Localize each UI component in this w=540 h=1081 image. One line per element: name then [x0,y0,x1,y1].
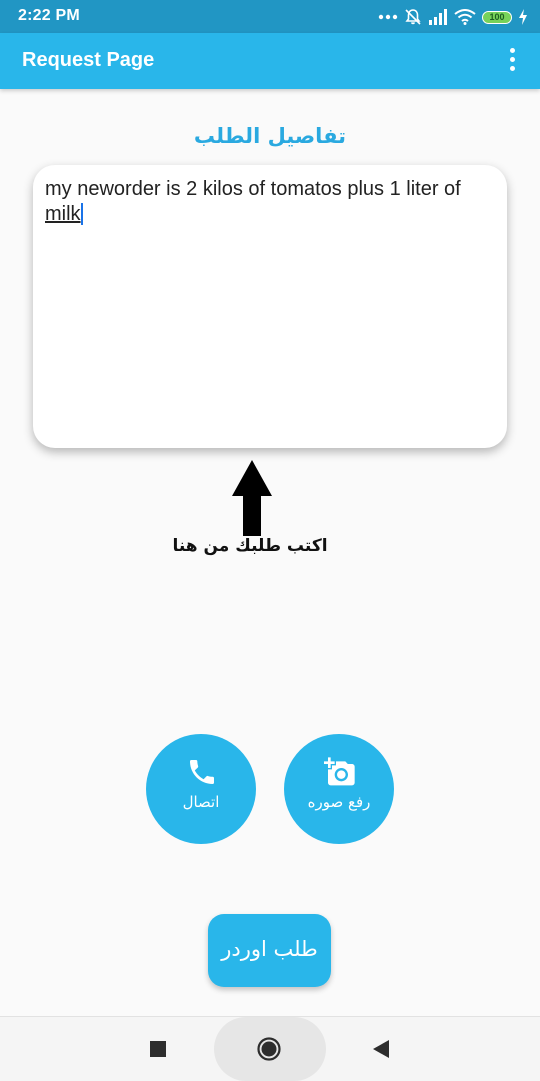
charging-bolt-icon [519,9,527,25]
place-order-button[interactable]: طلب اوردر [208,914,331,987]
recent-apps-icon[interactable] [150,1041,166,1057]
order-text-prefix: my neworder is 2 kilos of tomatos plus 1… [45,178,461,200]
navigation-bar [0,1016,540,1081]
more-dots-icon [378,14,398,20]
order-text[interactable]: my neworder is 2 kilos of tomatos plus 1… [45,177,495,227]
app-title: Request Page [22,49,155,71]
phone-icon [190,760,214,784]
upload-photo-button-label: رفع صوره [307,793,371,811]
app-bar: Request Page [0,33,540,89]
battery-icon: 100 [482,10,512,24]
status-icons: 100 [378,6,528,28]
order-details-input[interactable]: my neworder is 2 kilos of tomatos plus 1… [33,165,507,448]
battery-level: 100 [489,12,505,22]
add-photo-icon [324,757,355,786]
call-button[interactable]: اتصال [146,734,256,844]
section-title: تفاصيل الطلب [193,124,347,148]
bell-off-icon [405,9,421,25]
signal-icon [429,9,447,25]
hint-text: اكتب طلبك من هنا [172,536,328,556]
arrow-up-icon [232,460,272,536]
upload-photo-button[interactable]: رفع صوره [284,734,394,844]
text-cursor [80,203,83,225]
home-icon[interactable] [257,1037,281,1061]
status-time: 2:22 PM [18,7,80,24]
wifi-icon [454,9,476,25]
status-bar: 2:22 PM 100 [0,0,540,33]
back-icon[interactable] [372,1039,390,1059]
more-vertical-icon[interactable] [506,48,518,74]
order-text-last-word: milk [45,203,81,225]
call-button-label: اتصال [182,793,220,811]
